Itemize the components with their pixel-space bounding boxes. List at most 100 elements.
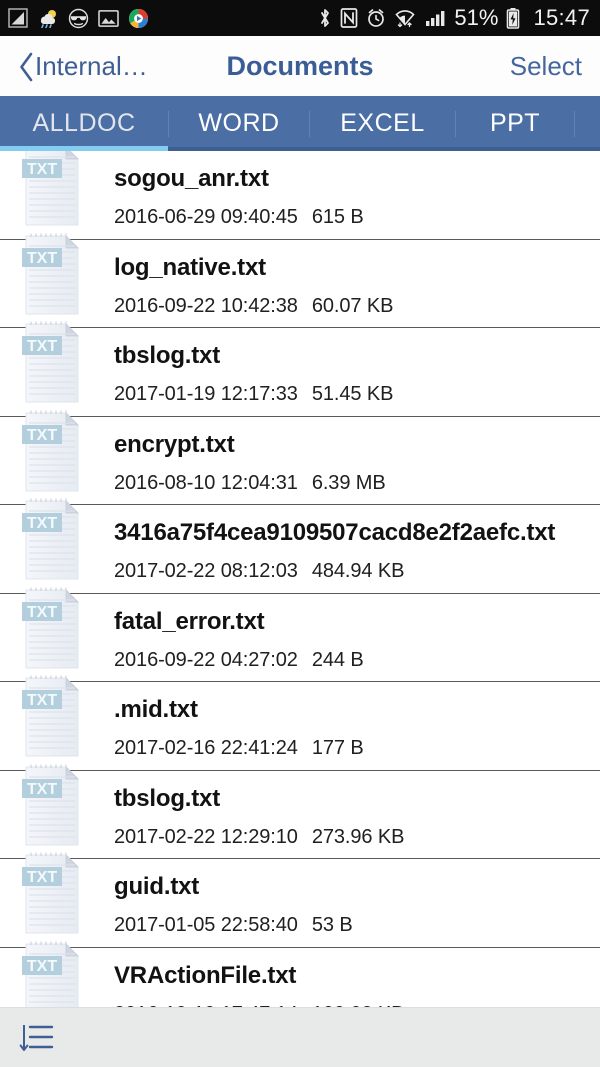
nfc-icon <box>340 7 358 29</box>
file-info: guid.txt 2017-01-05 22:58:40 53 B <box>84 859 353 937</box>
file-size: 53 B <box>311 914 353 936</box>
file-info: tbslog.txt 2017-01-19 12:17:33 51.45 KB <box>84 328 393 406</box>
file-date: 2017-01-19 12:17:33 <box>114 383 298 405</box>
file-meta: 2016-09-22 04:27:02 244 B <box>114 649 364 672</box>
svg-text:TXT: TXT <box>27 161 57 178</box>
svg-text:TXT: TXT <box>27 250 57 267</box>
alarm-icon <box>366 7 386 29</box>
tab-ppt[interactable]: PPT <box>456 96 574 151</box>
file-meta: 2017-01-05 22:58:40 53 B <box>114 914 353 937</box>
file-date: 2017-01-05 22:58:40 <box>114 914 298 936</box>
tab-alldoc[interactable]: ALLDOC <box>0 96 168 151</box>
gallery-photo-icon <box>98 9 119 28</box>
file-date: 2016-08-10 12:04:31 <box>114 471 298 494</box>
file-size: 484.94 KB <box>311 560 405 582</box>
svg-text:TXT: TXT <box>27 781 57 798</box>
file-date: 2017-02-16 22:41:24 <box>114 737 298 759</box>
file-name: 3416a75f4cea9109507cacd8e2f2aefc.txt <box>114 519 556 546</box>
txt-file-icon: TXT <box>22 763 84 849</box>
list-item[interactable]: TXT .mid.txt 2017-02-16 22:41:24 177 B <box>0 675 600 771</box>
file-date: 2017-02-22 12:29:10 <box>114 825 298 848</box>
back-button-label: Internal… <box>35 50 148 81</box>
list-item[interactable]: TXT encrypt.txt 2016-08-10 12:04:31 6.39 … <box>0 410 600 505</box>
file-name: encrypt.txt <box>114 430 235 458</box>
list-item[interactable]: TXT log_native.txt 2016-09-22 10:42:38 60… <box>0 233 600 328</box>
list-item[interactable]: TXT guid.txt 2017-01-05 22:58:40 53 B <box>0 852 600 948</box>
bottom-toolbar <box>0 1007 600 1067</box>
chevron-left-icon <box>18 51 34 82</box>
file-manager-screen: 51% 15:47 Internal… Documents Select ALL… <box>0 0 600 1067</box>
file-info: sogou_anr.txt 2016-06-29 09:40:45 615 B <box>84 151 364 229</box>
svg-text:TXT: TXT <box>27 338 57 355</box>
tab-excel[interactable]: EXCEL <box>310 96 455 151</box>
txt-file-icon: TXT <box>22 320 84 406</box>
file-date: 2016-09-22 04:27:02 <box>114 648 298 671</box>
signal-tower-icon <box>8 8 28 28</box>
file-meta: 2017-02-22 08:12:03 484.94 KB <box>114 560 555 583</box>
tab-word[interactable]: WORD <box>169 96 309 151</box>
select-button[interactable]: Select <box>510 51 582 82</box>
wifi-icon <box>394 7 416 29</box>
bluetooth-icon <box>318 7 332 29</box>
file-meta: 2017-02-16 22:41:24 177 B <box>114 737 364 760</box>
txt-file-icon: TXT <box>22 232 84 318</box>
emoji-sunglasses-icon <box>68 8 89 29</box>
svg-text:TXT: TXT <box>27 604 57 621</box>
file-date: 2016-09-22 10:42:38 <box>114 294 298 317</box>
file-name: guid.txt <box>114 873 200 900</box>
file-info: .mid.txt 2017-02-16 22:41:24 177 B <box>84 682 364 760</box>
status-bar-left-icons <box>8 8 149 29</box>
file-date: 2016-06-29 09:40:45 <box>114 206 298 228</box>
file-info: log_native.txt 2016-09-22 10:42:38 60.07 … <box>84 240 393 318</box>
file-size: 615 B <box>311 206 364 228</box>
tab-divider <box>574 110 575 137</box>
list-item[interactable]: TXT fatal_error.txt 2016-09-22 04:27:02 2… <box>0 587 600 682</box>
txt-file-icon: TXT <box>22 497 84 583</box>
file-name: tbslog.txt <box>114 342 220 369</box>
file-name: sogou_anr.txt <box>114 165 269 192</box>
txt-file-icon: TXT <box>22 151 84 229</box>
play-store-icon <box>128 8 149 29</box>
android-status-bar: 51% 15:47 <box>0 0 600 36</box>
list-item[interactable]: TXT 3416a75f4cea9109507cacd8e2f2aefc.txt… <box>0 498 600 594</box>
file-meta: 2017-02-22 12:29:10 273.96 KB <box>114 826 404 849</box>
category-tab-bar: ALLDOC WORD EXCEL PPT <box>0 96 600 151</box>
txt-file-icon: TXT <box>22 851 84 937</box>
file-size: 6.39 MB <box>311 471 386 494</box>
battery-charging-icon <box>506 7 520 29</box>
cellular-signal-icon <box>424 8 446 28</box>
file-date: 2017-02-22 08:12:03 <box>114 560 298 582</box>
file-name: VRActionFile.txt <box>114 961 297 989</box>
clock-label: 15:47 <box>533 5 590 30</box>
svg-text:TXT: TXT <box>27 692 57 709</box>
file-info: tbslog.txt 2017-02-22 12:29:10 273.96 KB <box>84 771 404 849</box>
file-name: fatal_error.txt <box>114 607 265 635</box>
file-size: 177 B <box>311 737 364 759</box>
txt-file-icon: TXT <box>22 409 84 495</box>
sort-list-icon[interactable] <box>18 1021 58 1055</box>
list-item[interactable]: TXT tbslog.txt 2017-01-19 12:17:33 51.45 … <box>0 321 600 417</box>
file-info: encrypt.txt 2016-08-10 12:04:31 6.39 MB <box>84 417 386 495</box>
app-title-bar: Internal… Documents Select <box>0 36 600 96</box>
txt-file-icon: TXT <box>22 586 84 672</box>
list-item[interactable]: TXT sogou_anr.txt 2016-06-29 09:40:45 615… <box>0 151 600 240</box>
file-size: 60.07 KB <box>311 294 394 317</box>
svg-text:TXT: TXT <box>27 869 57 886</box>
svg-text:TXT: TXT <box>27 515 57 532</box>
weather-rain-icon <box>37 8 59 28</box>
file-size: 244 B <box>311 648 364 671</box>
file-name: .mid.txt <box>114 696 198 723</box>
list-item[interactable]: TXT tbslog.txt 2017-02-22 12:29:10 273.96… <box>0 764 600 859</box>
status-bar-right-icons: 51% 15:47 <box>318 5 590 31</box>
file-meta: 2016-06-29 09:40:45 615 B <box>114 206 364 229</box>
file-meta: 2016-09-22 10:42:38 60.07 KB <box>114 295 393 318</box>
file-list[interactable]: TXT sogou_anr.txt 2016-06-29 09:40:45 615… <box>0 151 600 1025</box>
svg-text:TXT: TXT <box>27 958 57 975</box>
file-size: 51.45 KB <box>311 383 394 405</box>
back-button[interactable]: Internal… <box>18 51 148 82</box>
file-meta: 2016-08-10 12:04:31 6.39 MB <box>114 472 386 495</box>
battery-percent-label: 51% <box>454 5 499 30</box>
file-name: tbslog.txt <box>114 784 220 812</box>
svg-text:TXT: TXT <box>27 427 57 444</box>
file-info: 3416a75f4cea9109507cacd8e2f2aefc.txt 201… <box>84 505 555 583</box>
